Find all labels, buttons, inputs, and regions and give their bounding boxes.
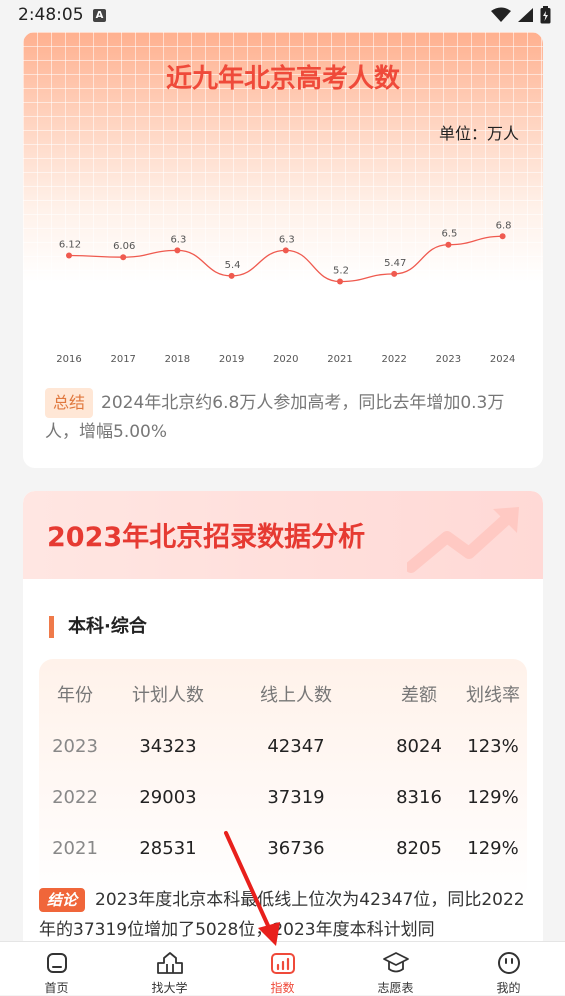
summary-block: 总结 2024年北京约6.8万人参加高考，同比去年增加0.3万人，增幅5.00% [45, 388, 525, 446]
data-label: 6.06 [113, 241, 135, 252]
data-label: 6.8 [496, 220, 512, 231]
data-label: 6.3 [170, 234, 186, 245]
tab-index[interactable]: 指数 [226, 942, 339, 995]
cell-rate: 129% [467, 787, 519, 808]
data-point [228, 272, 235, 279]
data-point [66, 252, 72, 259]
x-tick-label: 2018 [165, 354, 190, 365]
tab-find-university-label: 找大学 [151, 981, 188, 995]
data-point [499, 233, 506, 240]
tab-home[interactable]: 首页 [0, 942, 113, 995]
admission-table: 年份 计划人数 线上人数 差额 划线率 2023 34323 42347 802… [39, 659, 527, 899]
x-tick-label: 2024 [490, 354, 515, 365]
notification-a-icon: A [93, 9, 106, 22]
data-label: 5.4 [225, 260, 241, 271]
data-label: 6.12 [59, 240, 81, 251]
tab-application-form[interactable]: 志愿表 [339, 942, 452, 995]
data-point [120, 254, 127, 261]
cell-year: 2021 [52, 838, 98, 859]
table-row: 2022 29003 37319 8316 129% [39, 773, 527, 823]
bottom-tab-bar: 首页 找大学 指数 志愿表 我的 [0, 941, 565, 995]
battery-icon [540, 6, 551, 24]
summary-text: 2024年北京约6.8万人参加高考，同比去年增加0.3万人，增幅5.00% [45, 393, 505, 442]
data-point [174, 247, 181, 254]
signal-icon [518, 8, 533, 22]
x-tick-label: 2017 [110, 354, 135, 365]
conclusion-tag: 结论 [39, 888, 86, 912]
exam-count-card: 近九年北京高考人数 单位：万人 6.12 2016 6.06 2017 6.3 2018 5… [23, 32, 543, 468]
data-point [337, 278, 343, 285]
summary-tag: 总结 [45, 388, 94, 418]
tab-index-label: 指数 [270, 981, 295, 995]
cell-year: 2022 [52, 787, 98, 808]
cell-above-line: 36736 [267, 838, 325, 859]
tab-mine-label: 我的 [496, 981, 521, 995]
table-row: 2021 28531 36736 8205 129% [39, 824, 527, 874]
cell-year: 2023 [52, 736, 98, 757]
graduation-cap-icon [382, 952, 409, 973]
section-title: 本科·综合 [49, 616, 147, 638]
data-label: 6.5 [441, 229, 457, 240]
header-rate: 划线率 [466, 685, 520, 706]
conclusion-block: 结论 2023年度北京本科最低线上位次为42347位，同比2022年的37319位… [39, 885, 529, 945]
data-point [282, 247, 289, 254]
x-tick-label: 2023 [436, 354, 461, 365]
trend-arrow-decoration-icon [407, 507, 519, 573]
tab-home-label: 首页 [44, 981, 69, 995]
data-label: 5.2 [333, 266, 349, 277]
tab-application-form-label: 志愿表 [377, 981, 414, 995]
home-icon [46, 953, 67, 973]
smiley-icon [497, 952, 520, 974]
table-header-row: 年份 计划人数 线上人数 差额 划线率 [39, 671, 527, 721]
data-label: 6.3 [279, 234, 295, 245]
cell-above-line: 37319 [267, 787, 325, 808]
status-icons [491, 6, 551, 24]
x-tick-label: 2021 [327, 354, 352, 365]
header-plan: 计划人数 [132, 685, 204, 706]
x-tick-label: 2019 [219, 354, 244, 365]
wifi-icon [491, 7, 511, 22]
cell-above-line: 42347 [267, 736, 325, 757]
x-tick-label: 2016 [56, 354, 81, 365]
analysis-banner: 2023年北京招录数据分析 [23, 491, 543, 579]
banner-title: 2023年北京招录数据分析 [47, 522, 366, 553]
data-point [391, 270, 398, 277]
cell-plan: 34323 [139, 736, 197, 757]
cell-rate: 129% [467, 838, 519, 859]
conclusion-text: 2023年度北京本科最低线上位次为42347位，同比2022年的37319位增加… [39, 890, 525, 940]
table-row: 2023 34323 42347 8024 123% [39, 722, 527, 772]
data-label: 5.47 [384, 258, 406, 269]
tab-find-university[interactable]: 找大学 [113, 942, 226, 995]
line-chart: 6.12 2016 6.06 2017 6.3 2018 5.4 2019 6.3 2020 5.2… [56, 220, 515, 365]
admission-analysis-card: 2023年北京招录数据分析 本科·综合 年份 计划人数 线上人数 差额 划线率 … [23, 491, 543, 951]
university-icon [156, 952, 183, 974]
x-tick-label: 2022 [381, 354, 406, 365]
cell-plan: 28531 [139, 838, 197, 859]
header-year: 年份 [57, 685, 93, 706]
x-tick-label: 2020 [273, 354, 298, 365]
cell-rate: 123% [467, 736, 519, 757]
cell-plan: 29003 [139, 787, 197, 808]
chart-icon [270, 953, 295, 974]
tab-mine[interactable]: 我的 [452, 942, 565, 995]
header-above-line: 线上人数 [260, 685, 332, 706]
data-point [445, 241, 452, 248]
status-time: 2:48:05 [18, 5, 84, 25]
status-bar: 2:48:05 A [0, 0, 565, 32]
